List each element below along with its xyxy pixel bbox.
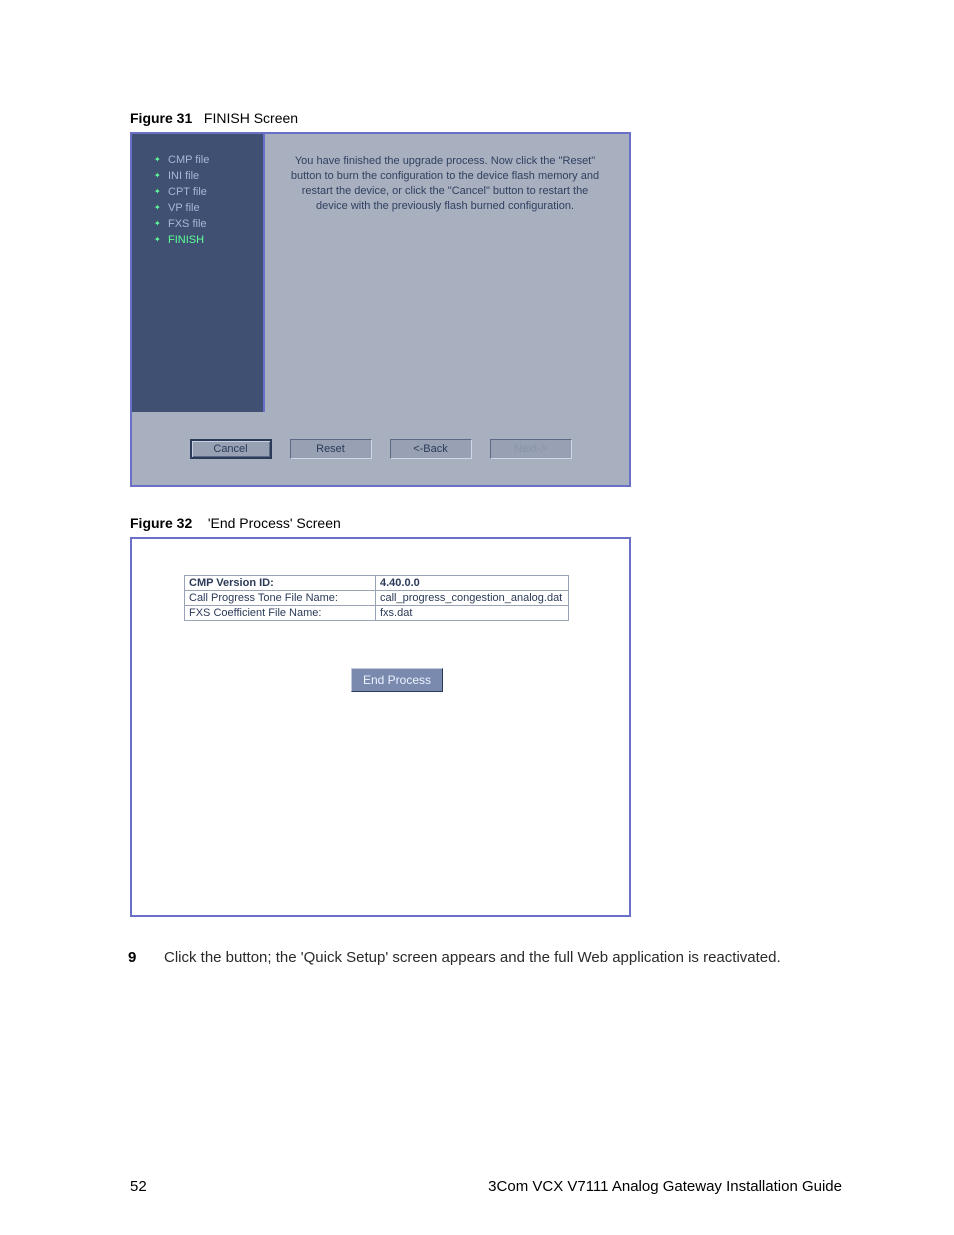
sidebar-item-cpt-file[interactable]: CPT file — [154, 184, 263, 200]
figure-31-screenshot: CMP file INI file CPT file VP file FXS f… — [130, 132, 631, 487]
finish-message-line2: button to burn the configuration to the … — [291, 170, 599, 182]
cpt-filename-value: call_progress_congestion_analog.dat — [376, 591, 569, 606]
page-number: 52 — [130, 1178, 147, 1195]
finish-message-line1: You have finished the upgrade process. N… — [295, 155, 595, 167]
sidebar-item-cmp-file[interactable]: CMP file — [154, 152, 263, 168]
figure-32-number: Figure 32 — [130, 515, 192, 531]
finish-message-line4: device with the previously flash burned … — [316, 200, 574, 212]
sidebar-item-vp-file[interactable]: VP file — [154, 200, 263, 216]
step-text: Click the button; the 'Quick Setup' scre… — [164, 947, 781, 968]
step-9: 9 Click the button; the 'Quick Setup' sc… — [128, 947, 844, 968]
sidebar-item-fxs-file[interactable]: FXS file — [154, 216, 263, 232]
cancel-button[interactable]: Cancel — [190, 439, 272, 459]
table-row: FXS Coefficient File Name: fxs.dat — [185, 606, 569, 621]
back-button[interactable]: <-Back — [390, 439, 472, 459]
page-footer: 52 3Com VCX V7111 Analog Gateway Install… — [130, 1178, 844, 1195]
wizard-main-panel: You have finished the upgrade process. N… — [265, 134, 629, 412]
cpt-filename-label: Call Progress Tone File Name: — [185, 591, 376, 606]
figure-31-title: FINISH Screen — [204, 110, 298, 126]
cmp-version-label: CMP Version ID: — [185, 576, 376, 591]
end-process-table: CMP Version ID: 4.40.0.0 Call Progress T… — [184, 575, 569, 621]
wizard-button-bar: Cancel Reset <-Back Next-> — [132, 412, 629, 485]
sidebar-item-ini-file[interactable]: INI file — [154, 168, 263, 184]
fxs-filename-label: FXS Coefficient File Name: — [185, 606, 376, 621]
cmp-version-value: 4.40.0.0 — [376, 576, 569, 591]
finish-message-line3: restart the device, or click the "Cancel… — [302, 185, 589, 197]
figure-31-caption: Figure 31 FINISH Screen — [130, 110, 844, 126]
figure-32-title: 'End Process' Screen — [208, 515, 341, 531]
figure-32-caption: Figure 32 'End Process' Screen — [130, 515, 844, 531]
fxs-filename-value: fxs.dat — [376, 606, 569, 621]
figure-32-screenshot: CMP Version ID: 4.40.0.0 Call Progress T… — [130, 537, 631, 917]
figure-31-number: Figure 31 — [130, 110, 192, 126]
table-row: CMP Version ID: 4.40.0.0 — [185, 576, 569, 591]
next-button: Next-> — [490, 439, 572, 459]
end-process-button[interactable]: End Process — [351, 668, 443, 692]
table-row: Call Progress Tone File Name: call_progr… — [185, 591, 569, 606]
footer-title: 3Com VCX V7111 Analog Gateway Installati… — [488, 1178, 842, 1195]
sidebar-item-finish[interactable]: FINISH — [154, 232, 263, 248]
reset-button[interactable]: Reset — [290, 439, 372, 459]
wizard-sidebar: CMP file INI file CPT file VP file FXS f… — [132, 134, 265, 412]
step-number: 9 — [128, 947, 164, 968]
